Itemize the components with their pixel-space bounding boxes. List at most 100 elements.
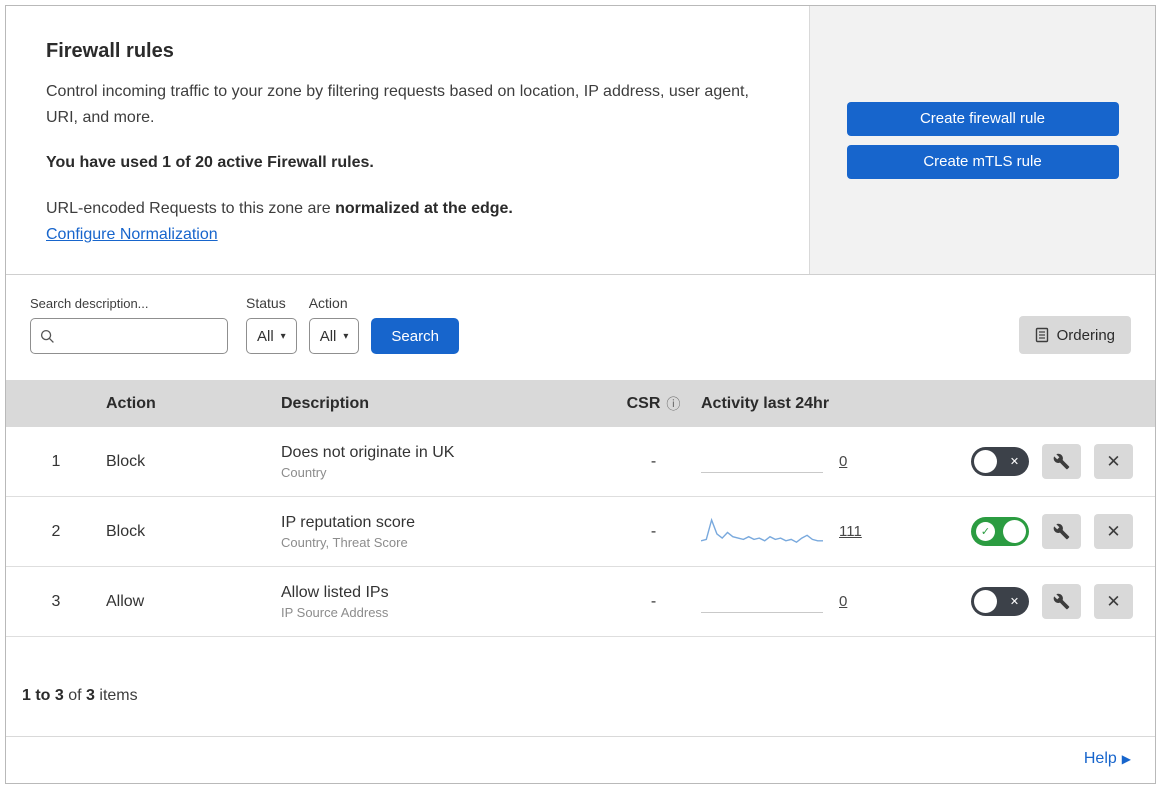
rule-description-cell: Does not originate in UK Country: [281, 444, 606, 480]
pagination-range: 1 to 3: [22, 687, 64, 705]
close-icon: ✕: [1106, 521, 1121, 541]
rule-controls: ✕ ✕: [966, 584, 1155, 620]
rule-enabled-toggle[interactable]: ✓: [971, 517, 1029, 547]
pagination-total: 3: [86, 687, 95, 705]
rule-activity-cell: 0: [701, 591, 966, 613]
header-section: Firewall rules Control incoming traffic …: [6, 6, 1155, 276]
rule-description: Does not originate in UK: [281, 443, 455, 461]
action-selected-value: All: [319, 327, 337, 345]
help-link[interactable]: Help ▶: [1084, 750, 1131, 767]
normalization-prefix: URL-encoded Requests to this zone are: [46, 200, 331, 218]
info-icon[interactable]: ⓘ: [666, 394, 680, 414]
search-field-group: Search description...: [30, 296, 228, 355]
csr-header-label: CSR: [626, 394, 661, 412]
edit-rule-button[interactable]: [1042, 514, 1081, 550]
rule-action: Block: [106, 452, 146, 470]
rule-description: IP reputation score: [281, 513, 416, 531]
search-input[interactable]: [61, 328, 218, 345]
search-input-box[interactable]: [30, 318, 228, 355]
activity-sparkline: [701, 451, 823, 473]
toggle-knob: [974, 450, 997, 474]
wrench-icon: [1053, 453, 1070, 470]
action-panel: Create firewall rule Create mTLS rule: [810, 6, 1155, 275]
rule-description-cell: Allow listed IPs IP Source Address: [281, 584, 606, 620]
rule-priority: 1: [51, 452, 61, 470]
rule-enabled-toggle[interactable]: ✕: [971, 447, 1029, 477]
pagination-items-label: items: [99, 687, 138, 705]
close-icon: ✕: [1106, 451, 1121, 471]
table-header-row: Action Description CSR ⓘ Activity last 2…: [6, 380, 1155, 428]
help-bar: Help ▶: [6, 736, 1155, 783]
rule-fields: Country, Threat Score: [281, 534, 408, 550]
wrench-icon: [1053, 593, 1070, 610]
page-title: Firewall rules: [46, 40, 174, 62]
activity-column-header: Activity last 24hr: [701, 394, 830, 412]
rule-priority: 3: [51, 592, 61, 610]
activity-count-link[interactable]: 0: [839, 453, 847, 470]
activity-count-link[interactable]: 111: [839, 523, 862, 540]
rule-description-cell: IP reputation score Country, Threat Scor…: [281, 514, 606, 550]
usage-summary: You have used 1 of 20 active Firewall ru…: [46, 154, 374, 172]
chevron-down-icon: ▾: [280, 330, 286, 342]
configure-normalization-link[interactable]: Configure Normalization: [46, 226, 218, 243]
table-bottom-spacer: [6, 637, 1155, 663]
search-icon: [40, 329, 54, 343]
csr-column-header: CSR ⓘ: [627, 394, 681, 414]
rule-csr-value: -: [650, 592, 657, 610]
create-firewall-rule-button[interactable]: Create firewall rule: [846, 101, 1119, 136]
action-column-header: Action: [106, 394, 156, 412]
status-select[interactable]: All ▾: [246, 318, 297, 355]
rule-action: Block: [106, 522, 146, 540]
ordering-button[interactable]: Ordering: [1018, 316, 1131, 355]
action-field-group: Action All ▾: [308, 295, 360, 355]
edit-rule-button[interactable]: [1042, 584, 1081, 620]
activity-sparkline: [701, 516, 823, 548]
wrench-icon: [1053, 523, 1070, 540]
toggle-knob: [1003, 520, 1026, 544]
activity-count-link[interactable]: 0: [839, 593, 847, 610]
status-field-group: Status All ▾: [246, 295, 297, 355]
rule-fields: IP Source Address: [281, 604, 389, 620]
rule-activity-cell: 111: [701, 516, 966, 548]
pagination-summary: 1 to 3 of 3 items: [6, 663, 1155, 729]
rule-activity-cell: 0: [701, 451, 966, 473]
firewall-rules-panel: Firewall rules Control incoming traffic …: [5, 5, 1156, 784]
delete-rule-button[interactable]: ✕: [1094, 444, 1133, 480]
rule-csr-value: -: [650, 452, 657, 470]
normalization-bold: normalized at the edge.: [335, 200, 513, 218]
rule-csr-value: -: [650, 522, 657, 540]
rule-priority: 2: [51, 522, 61, 540]
toggle-state-icon: ✓: [976, 522, 995, 542]
action-select[interactable]: All ▾: [308, 318, 360, 355]
help-arrow-icon: ▶: [1121, 752, 1131, 766]
search-button[interactable]: Search: [371, 318, 459, 355]
description-column-header: Description: [281, 394, 370, 412]
chevron-down-icon: ▾: [343, 330, 349, 342]
search-label: Search description...: [30, 296, 149, 312]
delete-rule-button[interactable]: ✕: [1094, 514, 1133, 550]
rule-controls: ✕ ✕: [966, 444, 1155, 480]
action-label: Action: [308, 295, 348, 312]
toggle-knob: [974, 590, 997, 614]
create-mtls-rule-button[interactable]: Create mTLS rule: [846, 144, 1119, 179]
activity-sparkline: [701, 591, 823, 613]
rule-enabled-toggle[interactable]: ✕: [971, 587, 1029, 617]
delete-rule-button[interactable]: ✕: [1094, 584, 1133, 620]
page-description: Control incoming traffic to your zone by…: [46, 83, 749, 126]
ordering-list-icon: [1035, 327, 1048, 343]
close-icon: ✕: [1106, 591, 1121, 611]
status-selected-value: All: [257, 327, 274, 345]
rule-action: Allow: [106, 592, 145, 610]
edit-rule-button[interactable]: [1042, 444, 1081, 480]
rule-controls: ✓ ✕: [966, 514, 1155, 550]
header-text-area: Firewall rules Control incoming traffic …: [6, 6, 810, 275]
status-label: Status: [246, 295, 286, 312]
table-row: 1 Block Does not originate in UK Country…: [6, 427, 1155, 498]
filter-bar: Search description... Status All ▾ Actio…: [6, 275, 1155, 380]
rule-description: Allow listed IPs: [281, 583, 389, 601]
help-link-label: Help: [1083, 750, 1117, 767]
toggle-state-icon: ✕: [1009, 596, 1020, 609]
table-row: 2 Block IP reputation score Country, Thr…: [6, 497, 1155, 568]
toggle-state-icon: ✕: [1009, 456, 1020, 469]
table-row: 3 Allow Allow listed IPs IP Source Addre…: [6, 567, 1155, 638]
